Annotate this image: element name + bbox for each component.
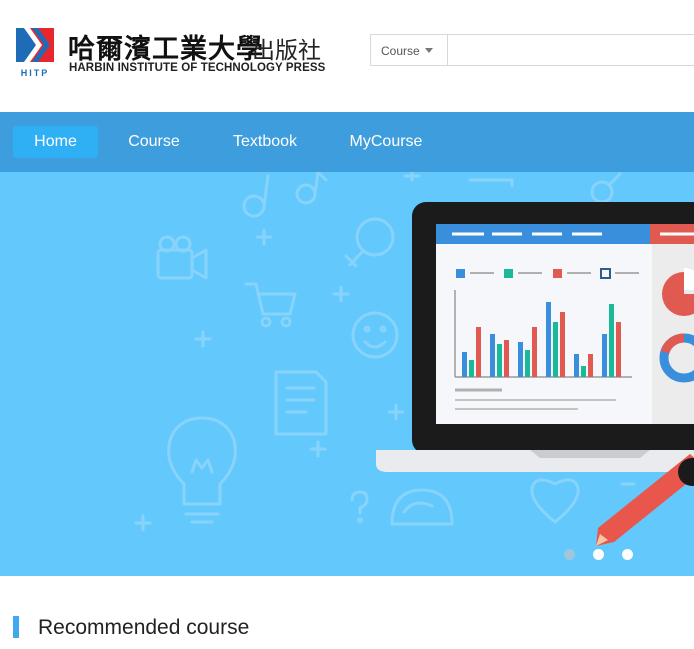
- question-icon: [350, 490, 369, 523]
- main-nav: Home Course Textbook MyCourse: [0, 112, 694, 172]
- section-accent-bar: [13, 616, 19, 638]
- carousel-dot-3[interactable]: [622, 549, 633, 560]
- carousel-dot-2[interactable]: [593, 549, 604, 560]
- recommended-title: Recommended course: [38, 616, 250, 639]
- music-note-icon: [242, 172, 328, 218]
- logo-text: HITP: [21, 68, 50, 78]
- nav-textbook[interactable]: Textbook: [222, 126, 308, 158]
- hitp-logo-icon[interactable]: HITP: [14, 26, 56, 78]
- globe-icon: [390, 488, 454, 526]
- site-header: HITP 哈爾濱工業大學 出版社 HARBIN INSTITUTE OF TEC…: [0, 0, 694, 112]
- search-scope-select[interactable]: Course: [371, 35, 448, 65]
- caret-down-icon: [425, 48, 433, 53]
- brand-english-name: HARBIN INSTITUTE OF TECHNOLOGY PRESS: [69, 62, 326, 74]
- search-scope-label: Course: [381, 44, 420, 58]
- search-input[interactable]: [449, 35, 694, 65]
- recommended-section: Recommended course: [0, 600, 694, 649]
- hero-carousel[interactable]: [0, 172, 694, 576]
- document-icon: [274, 370, 328, 436]
- nav-course[interactable]: Course: [115, 126, 193, 158]
- carousel-dot-1[interactable]: [564, 549, 575, 560]
- search-bar: Course: [370, 34, 694, 66]
- brand-chinese-suffix: 出版社: [252, 38, 321, 64]
- smiley-icon: [351, 311, 399, 359]
- banner-illustration: [134, 172, 694, 546]
- heart-icon: [530, 478, 580, 524]
- lightbulb-icon: [167, 416, 237, 524]
- cart-icon: [244, 282, 297, 328]
- camera-icon: [156, 235, 208, 280]
- nav-home[interactable]: Home: [13, 126, 98, 158]
- laptop-chart-illustration: [376, 202, 694, 546]
- nav-mycourse[interactable]: MyCourse: [340, 126, 432, 158]
- brand-chinese-name: 哈爾濱工業大學: [68, 34, 264, 65]
